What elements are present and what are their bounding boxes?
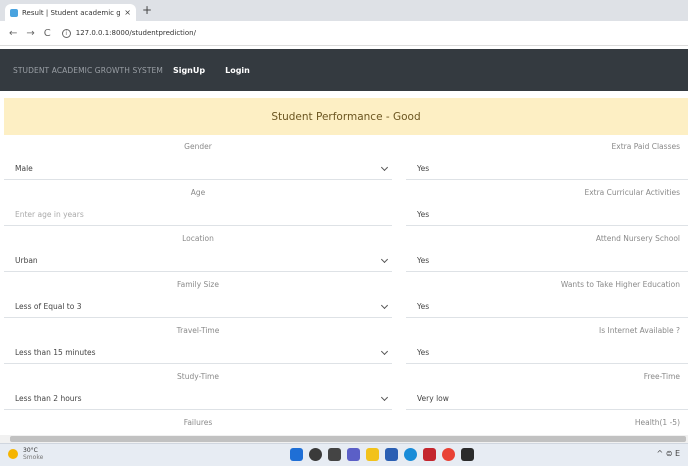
signup-link[interactable]: SignUp bbox=[173, 66, 205, 75]
forward-button[interactable]: → bbox=[26, 28, 34, 39]
study-time-select[interactable]: Less than 2 hours bbox=[4, 388, 392, 410]
family-size-value: Less of Equal to 3 bbox=[15, 302, 82, 311]
higher-education-row: Wants to Take Higher Education Yes bbox=[406, 276, 688, 322]
login-link[interactable]: Login bbox=[225, 66, 250, 75]
gender-value: Male bbox=[15, 164, 33, 173]
os-taskbar: 30°C Smoke ^ ⊜ E bbox=[0, 443, 688, 466]
family-size-row: Family Size Less of Equal to 3 bbox=[4, 276, 392, 322]
chat-icon[interactable] bbox=[347, 448, 360, 461]
gender-row: Gender Male bbox=[4, 138, 392, 184]
back-button[interactable]: ← bbox=[9, 28, 17, 39]
brand-title[interactable]: STUDENT ACADEMIC GROWTH SYSTEM bbox=[13, 66, 163, 75]
location-select[interactable]: Urban bbox=[4, 250, 392, 272]
tab-title: Result | Student academic growt bbox=[22, 8, 121, 17]
edge-icon[interactable] bbox=[404, 448, 417, 461]
study-time-value: Less than 2 hours bbox=[15, 394, 82, 403]
family-size-label: Family Size bbox=[177, 280, 219, 289]
chevron-down-icon bbox=[380, 393, 389, 402]
file-explorer-icon[interactable] bbox=[366, 448, 379, 461]
task-view-icon[interactable] bbox=[328, 448, 341, 461]
info-icon[interactable]: i bbox=[61, 28, 71, 38]
nursery-school-select[interactable]: Yes bbox=[406, 250, 688, 272]
higher-education-select[interactable]: Yes bbox=[406, 296, 688, 318]
extra-paid-classes-label: Extra Paid Classes bbox=[611, 142, 680, 151]
free-time-select[interactable]: Very low bbox=[406, 388, 688, 410]
internet-row: Is Internet Available ? Yes bbox=[406, 322, 688, 368]
extra-paid-classes-select[interactable]: Yes bbox=[406, 158, 688, 180]
app-navbar: STUDENT ACADEMIC GROWTH SYSTEM SignUp Lo… bbox=[0, 49, 688, 91]
result-banner: Student Performance - Good bbox=[4, 98, 688, 135]
chevron-down-icon bbox=[380, 163, 389, 172]
chrome-icon[interactable] bbox=[442, 448, 455, 461]
extra-curricular-label: Extra Curricular Activities bbox=[584, 188, 680, 197]
internet-select[interactable]: Yes bbox=[406, 342, 688, 364]
travel-time-select[interactable]: Less than 15 minutes bbox=[4, 342, 392, 364]
horizontal-scrollbar[interactable] bbox=[0, 435, 688, 443]
extra-paid-classes-row: Extra Paid Classes Yes bbox=[406, 138, 688, 184]
tab-close-icon[interactable]: × bbox=[124, 8, 131, 17]
temperature-text: 30°C bbox=[23, 447, 38, 454]
travel-time-label: Travel-Time bbox=[176, 326, 220, 335]
address-bar: ← → C i 127.0.0.1:8000/studentprediction… bbox=[0, 21, 688, 46]
chevron-down-icon bbox=[380, 347, 389, 356]
location-label: Location bbox=[182, 234, 214, 243]
failures-label: Failures bbox=[183, 418, 213, 427]
age-row: Age Enter age in years bbox=[4, 184, 392, 230]
extra-curricular-select[interactable]: Yes bbox=[406, 204, 688, 226]
location-value: Urban bbox=[15, 256, 38, 265]
free-time-label: Free-Time bbox=[643, 372, 680, 381]
age-input[interactable]: Enter age in years bbox=[4, 204, 392, 226]
browser-tab-strip: Result | Student academic growt × + bbox=[0, 0, 688, 21]
travel-time-value: Less than 15 minutes bbox=[15, 348, 96, 357]
sun-icon bbox=[8, 449, 18, 459]
store-icon[interactable] bbox=[385, 448, 398, 461]
reload-button[interactable]: C bbox=[44, 28, 51, 39]
taskbar-apps bbox=[290, 448, 480, 461]
internet-label: Is Internet Available ? bbox=[599, 326, 680, 335]
search-icon[interactable] bbox=[309, 448, 322, 461]
location-row: Location Urban bbox=[4, 230, 392, 276]
travel-time-row: Travel-Time Less than 15 minutes bbox=[4, 322, 392, 368]
scrollbar-thumb[interactable] bbox=[10, 436, 686, 442]
chevron-down-icon bbox=[380, 255, 389, 264]
free-time-row: Free-Time Very low bbox=[406, 368, 688, 414]
nursery-school-row: Attend Nursery School Yes bbox=[406, 230, 688, 276]
new-tab-button[interactable]: + bbox=[142, 3, 152, 17]
health-label: Health(1 -5) bbox=[634, 418, 680, 427]
start-icon[interactable] bbox=[290, 448, 303, 461]
weather-widget[interactable]: 30°C Smoke bbox=[8, 447, 43, 461]
favicon-icon bbox=[10, 8, 18, 17]
chevron-down-icon bbox=[380, 301, 389, 310]
form-left-column: Gender Male Age Enter age in years Locat… bbox=[4, 138, 392, 460]
study-time-row: Study-Time Less than 2 hours bbox=[4, 368, 392, 414]
gender-select[interactable]: Male bbox=[4, 158, 392, 180]
weather-condition-text: Smoke bbox=[23, 454, 44, 461]
age-placeholder: Enter age in years bbox=[15, 210, 84, 219]
form-right-column: Extra Paid Classes Yes Extra Curricular … bbox=[406, 138, 688, 460]
age-label: Age bbox=[190, 188, 206, 197]
browser-tab[interactable]: Result | Student academic growt × bbox=[5, 4, 136, 21]
nursery-school-label: Attend Nursery School bbox=[595, 234, 680, 243]
study-time-label: Study-Time bbox=[177, 372, 219, 381]
terminal-icon[interactable] bbox=[461, 448, 474, 461]
system-tray[interactable]: ^ ⊜ E bbox=[656, 449, 680, 458]
family-size-select[interactable]: Less of Equal to 3 bbox=[4, 296, 392, 318]
url-field[interactable]: 127.0.0.1:8000/studentprediction/ bbox=[76, 29, 196, 37]
extra-curricular-row: Extra Curricular Activities Yes bbox=[406, 184, 688, 230]
higher-education-label: Wants to Take Higher Education bbox=[560, 280, 680, 289]
gender-label: Gender bbox=[184, 142, 212, 151]
mcafee-icon[interactable] bbox=[423, 448, 436, 461]
